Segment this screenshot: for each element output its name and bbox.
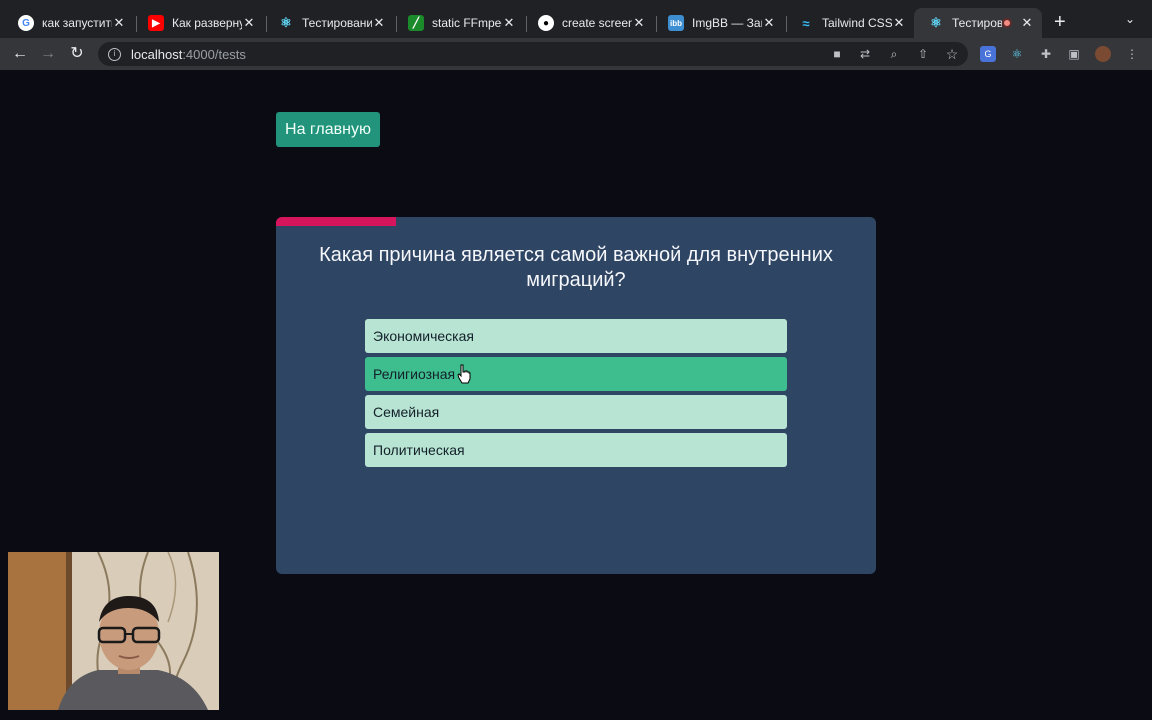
- forward-icon[interactable]: →: [38, 44, 58, 64]
- tab-label: Тестировани: [302, 16, 372, 30]
- close-icon[interactable]: ✕: [632, 15, 646, 31]
- answer-label: Религиозная: [373, 366, 456, 382]
- close-icon[interactable]: ✕: [372, 15, 386, 31]
- url-path: :4000/tests: [182, 46, 246, 62]
- menu-kebab-icon[interactable]: ⋮: [1124, 46, 1140, 62]
- translate-icon[interactable]: ⇄: [857, 46, 873, 62]
- tab-ffmpeg[interactable]: ╱ static FFmpeg ✕: [394, 8, 524, 38]
- home-button[interactable]: На главную: [276, 112, 380, 147]
- new-tab-button[interactable]: +: [1054, 12, 1066, 32]
- answer-option[interactable]: Политическая: [365, 433, 787, 467]
- youtube-icon: ▶: [148, 15, 164, 31]
- tab-google[interactable]: G как запустить ✕: [4, 8, 134, 38]
- camera-icon[interactable]: ■: [829, 46, 845, 62]
- tab-search-icon[interactable]: ⌄: [1125, 12, 1135, 26]
- presenter-video: [8, 552, 219, 710]
- ffmpeg-icon: ╱: [408, 15, 424, 31]
- url-host: localhost: [131, 46, 183, 62]
- react-icon: ⚛: [930, 15, 942, 30]
- answer-option[interactable]: Религиозная: [365, 357, 787, 391]
- tab-label: ImgBB — Загр: [692, 16, 762, 30]
- imgbb-icon: ibb: [668, 15, 684, 31]
- answer-label: Экономическая: [373, 328, 474, 344]
- tab-imgbb[interactable]: ibb ImgBB — Загр ✕: [654, 8, 784, 38]
- tab-label: Тестиров: [952, 16, 1002, 30]
- tab-label: как запустить: [42, 16, 112, 30]
- answer-label: Семейная: [373, 404, 440, 420]
- recording-icon: [1002, 18, 1012, 28]
- react-icon: ⚛: [280, 15, 292, 30]
- close-icon[interactable]: ✕: [502, 15, 516, 31]
- tab-label: static FFmpeg: [432, 16, 502, 30]
- zoom-icon[interactable]: ⌕: [886, 46, 902, 62]
- hand-cursor-icon: [457, 364, 471, 384]
- browser-toolbar: ← → ↻ i localhost:4000/tests ■ ⇄ ⌕ ⇧ ☆ G…: [0, 38, 1152, 70]
- webcam-overlay: [8, 552, 219, 710]
- answer-option[interactable]: Экономическая: [365, 319, 787, 353]
- progress-fill: [276, 217, 396, 226]
- tab-strip: G как запустить ✕ ▶ Как развернуть ✕ ⚛ Т…: [0, 0, 1152, 38]
- question-text: Какая причина является самой важной для …: [319, 244, 833, 291]
- back-icon[interactable]: ←: [10, 44, 30, 64]
- site-info-icon[interactable]: i: [108, 47, 121, 61]
- answer-list: Экономическая Религиозная Семейная Полит…: [365, 319, 787, 471]
- close-icon[interactable]: ✕: [1020, 15, 1034, 31]
- extensions-puzzle-icon[interactable]: ✚: [1038, 46, 1054, 62]
- answer-label: Политическая: [373, 442, 465, 458]
- google-icon: G: [18, 15, 34, 31]
- close-icon[interactable]: ✕: [112, 15, 126, 31]
- tab-label: create screen: [562, 16, 632, 30]
- bookmark-star-icon[interactable]: ☆: [944, 46, 960, 62]
- tab-testing[interactable]: ⚛ Тестировани ✕: [264, 8, 394, 38]
- side-panel-icon[interactable]: ▣: [1066, 46, 1082, 62]
- tailwind-icon: ≈: [802, 15, 810, 31]
- profile-avatar-icon[interactable]: [1095, 46, 1111, 62]
- react-devtools-icon[interactable]: ⚛: [1009, 46, 1025, 62]
- tab-label: Как развернуть: [172, 16, 242, 30]
- question-card: Какая причина является самой важной для …: [276, 217, 876, 574]
- reload-icon[interactable]: ↻: [67, 44, 87, 64]
- close-icon[interactable]: ✕: [762, 15, 776, 31]
- tab-testing-active[interactable]: ⚛ Тестиров ✕: [914, 8, 1042, 38]
- tab-youtube[interactable]: ▶ Как развернуть ✕: [134, 8, 264, 38]
- github-icon: ●: [538, 15, 554, 31]
- tab-github[interactable]: ● create screen ✕: [524, 8, 654, 38]
- progress-bar: [276, 217, 876, 226]
- google-translate-extension-icon[interactable]: G: [980, 46, 996, 62]
- share-icon[interactable]: ⇧: [915, 46, 931, 62]
- close-icon[interactable]: ✕: [242, 15, 256, 31]
- answer-option[interactable]: Семейная: [365, 395, 787, 429]
- tab-tailwind[interactable]: ≈ Tailwind CSS ✕: [784, 8, 914, 38]
- tab-label: Tailwind CSS: [822, 16, 892, 30]
- close-icon[interactable]: ✕: [892, 15, 906, 31]
